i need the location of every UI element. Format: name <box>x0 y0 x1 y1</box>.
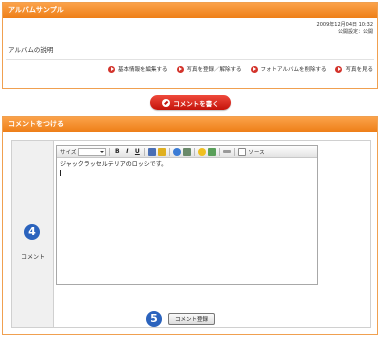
editor-toolbar: サイズ B I U ソース <box>57 146 317 158</box>
arrow-bullet-icon <box>250 65 258 73</box>
source-label[interactable]: ソース <box>248 148 264 156</box>
delete-album-label: フォトアルバムを削除する <box>260 67 327 73</box>
view-photos-label: 写真を見る <box>345 67 373 73</box>
emoji-icon[interactable] <box>198 147 207 156</box>
underline-button[interactable]: U <box>133 148 141 156</box>
divider <box>6 59 374 60</box>
album-date: 2009年12月04日 10:32 <box>316 22 373 28</box>
register-photos-label: 写真を登録／解除する <box>186 67 242 73</box>
toolbar-divider <box>169 147 171 156</box>
submit-comment-button[interactable]: コメント登録 <box>168 313 215 325</box>
delete-album-link[interactable]: フォトアルバムを削除する <box>250 65 327 73</box>
font-size-select[interactable] <box>78 147 107 156</box>
insert-picture-icon[interactable] <box>208 147 217 156</box>
comment-text: ジャックラッセルテリアのロッシです。 <box>60 161 168 168</box>
editor-cell: サイズ B I U ソース ジャックラッセルテリアのロッシです。 <box>54 141 370 327</box>
album-panel: アルバムサンプル 2009年12月04日 10:32 公開設定：公開 アルバムの… <box>2 2 378 89</box>
comment-label-cell: 4 コメント <box>12 141 54 327</box>
album-title: アルバムサンプル <box>3 3 377 18</box>
comment-label: コメント <box>21 254 46 261</box>
toolbar-divider <box>219 147 221 156</box>
album-visibility: 公開設定：公開 <box>337 29 373 35</box>
horizontal-rule-icon[interactable] <box>223 150 232 153</box>
link-icon[interactable] <box>173 147 182 156</box>
step-badge-5: 5 <box>146 311 162 327</box>
comment-textarea[interactable]: ジャックラッセルテリアのロッシです。 <box>57 158 317 179</box>
size-label: サイズ <box>60 149 77 156</box>
arrow-bullet-icon <box>176 65 184 73</box>
write-comment-button[interactable]: コメントを書く <box>150 95 231 110</box>
text-caret <box>60 170 61 176</box>
text-color-icon[interactable] <box>148 147 157 156</box>
rich-text-editor: サイズ B I U ソース ジャックラッセルテリアのロッシです。 <box>56 145 318 285</box>
comment-form: 4 コメント サイズ B I U ソース ジャックラッセルテリアのロッシです。 <box>11 140 371 328</box>
edit-info-link[interactable]: 基本情報を編集する <box>108 65 168 73</box>
write-comment-label: コメントを書く <box>173 99 219 108</box>
background-color-icon[interactable] <box>158 147 167 156</box>
bold-button[interactable]: B <box>113 148 121 156</box>
album-meta: 2009年12月04日 10:32 公開設定：公開 <box>317 22 373 36</box>
toolbar-divider <box>234 147 236 156</box>
toolbar-divider <box>194 147 196 156</box>
register-photos-link[interactable]: 写真を登録／解除する <box>176 65 242 73</box>
album-description: アルバムの説明 <box>8 46 54 54</box>
album-actions: 基本情報を編集する 写真を登録／解除する フォトアルバムを削除する 写真を見る <box>108 65 373 73</box>
comment-header: コメントをつける <box>3 117 377 132</box>
arrow-bullet-icon <box>108 65 115 73</box>
toolbar-divider <box>109 147 111 156</box>
image-icon[interactable] <box>183 147 192 156</box>
comment-panel: コメントをつける 4 コメント サイズ B I U ソース ジャックラッセルテリ… <box>2 116 378 335</box>
source-icon[interactable] <box>238 147 247 156</box>
pencil-icon <box>162 98 171 107</box>
step-badge-4: 4 <box>24 224 40 240</box>
edit-info-label: 基本情報を編集する <box>118 67 168 73</box>
toolbar-divider <box>144 147 146 156</box>
view-photos-link[interactable]: 写真を見る <box>335 65 373 73</box>
italic-button[interactable]: I <box>123 148 131 156</box>
arrow-bullet-icon <box>335 65 343 73</box>
